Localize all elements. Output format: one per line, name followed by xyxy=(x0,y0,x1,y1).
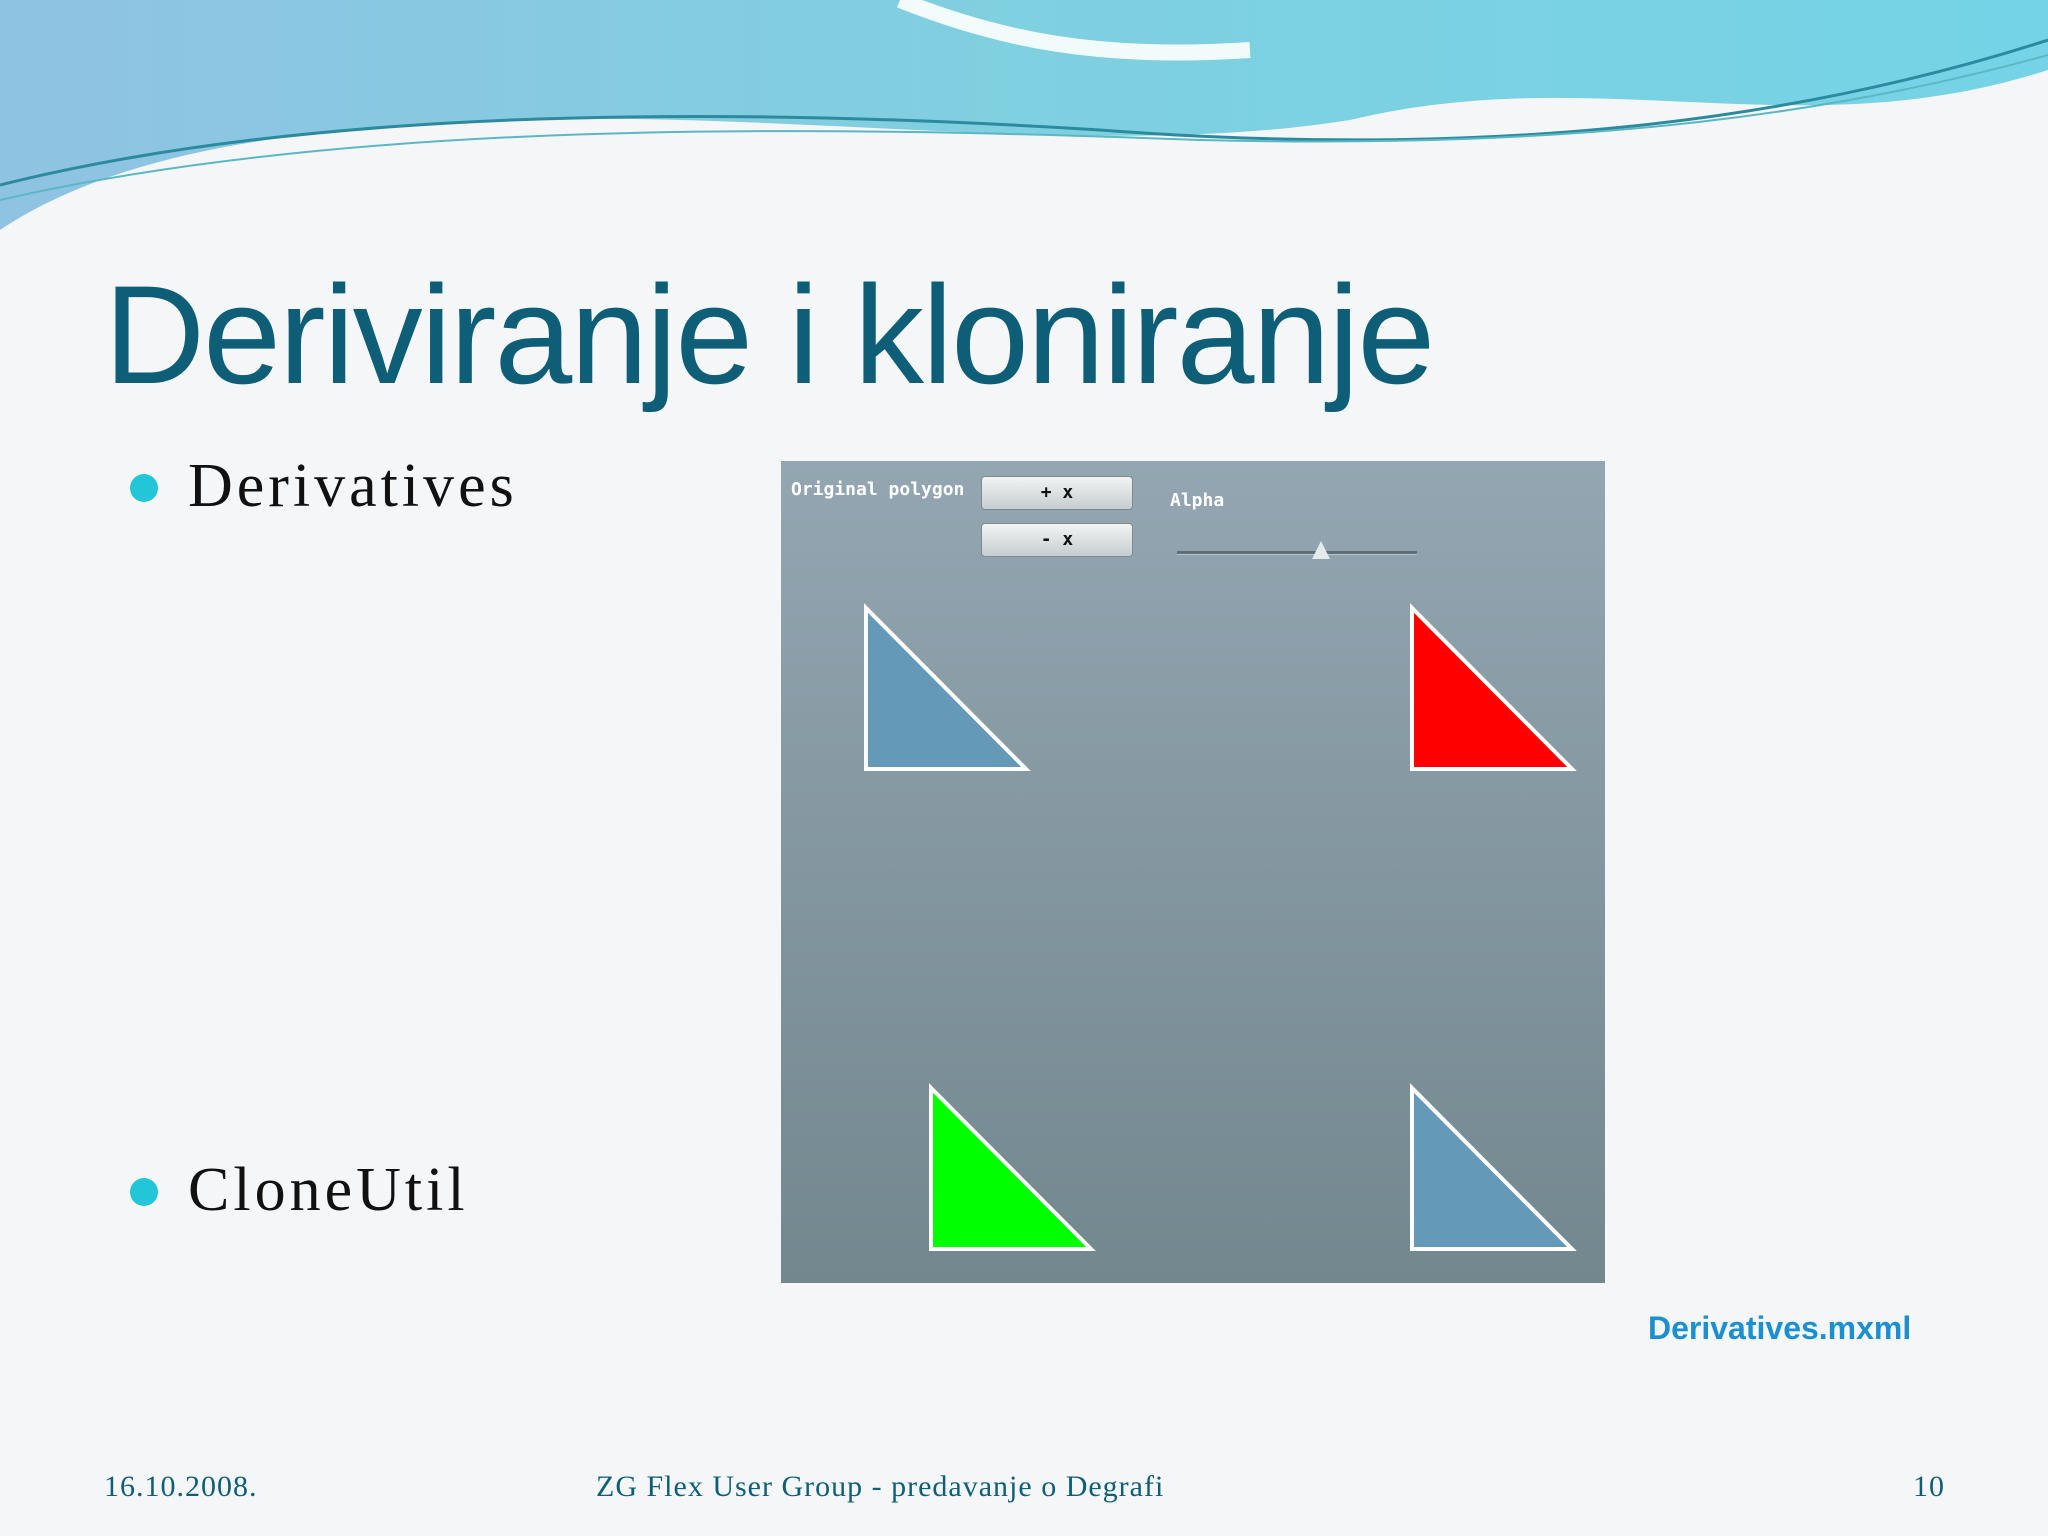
file-link[interactable]: Derivatives.mxml xyxy=(1648,1310,1911,1347)
footer-date: 16.10.2008. xyxy=(104,1470,258,1503)
page-number: 10 xyxy=(1913,1470,1945,1503)
bullet-dot-icon xyxy=(130,474,158,502)
header-wave-decoration xyxy=(0,0,2048,230)
derived-polygon-red xyxy=(1410,603,1577,771)
slide-title: Deriviranje i kloniranje xyxy=(104,256,1435,413)
flex-demo-app: Original polygon + x - x Alpha xyxy=(781,461,1605,1283)
derived-polygon-green xyxy=(929,1083,1096,1251)
polygon-canvas xyxy=(864,603,1577,1251)
slide: Deriviranje i kloniranje Derivatives Clo… xyxy=(0,0,2048,1536)
cloned-polygon xyxy=(1410,1083,1577,1251)
bullet-label: Derivatives xyxy=(188,452,518,520)
original-polygon xyxy=(864,603,1031,771)
footer-title: ZG Flex User Group - predavanje o Degraf… xyxy=(596,1470,1165,1503)
bullet-label: CloneUtil xyxy=(188,1156,469,1224)
bullet-dot-icon xyxy=(130,1178,158,1206)
